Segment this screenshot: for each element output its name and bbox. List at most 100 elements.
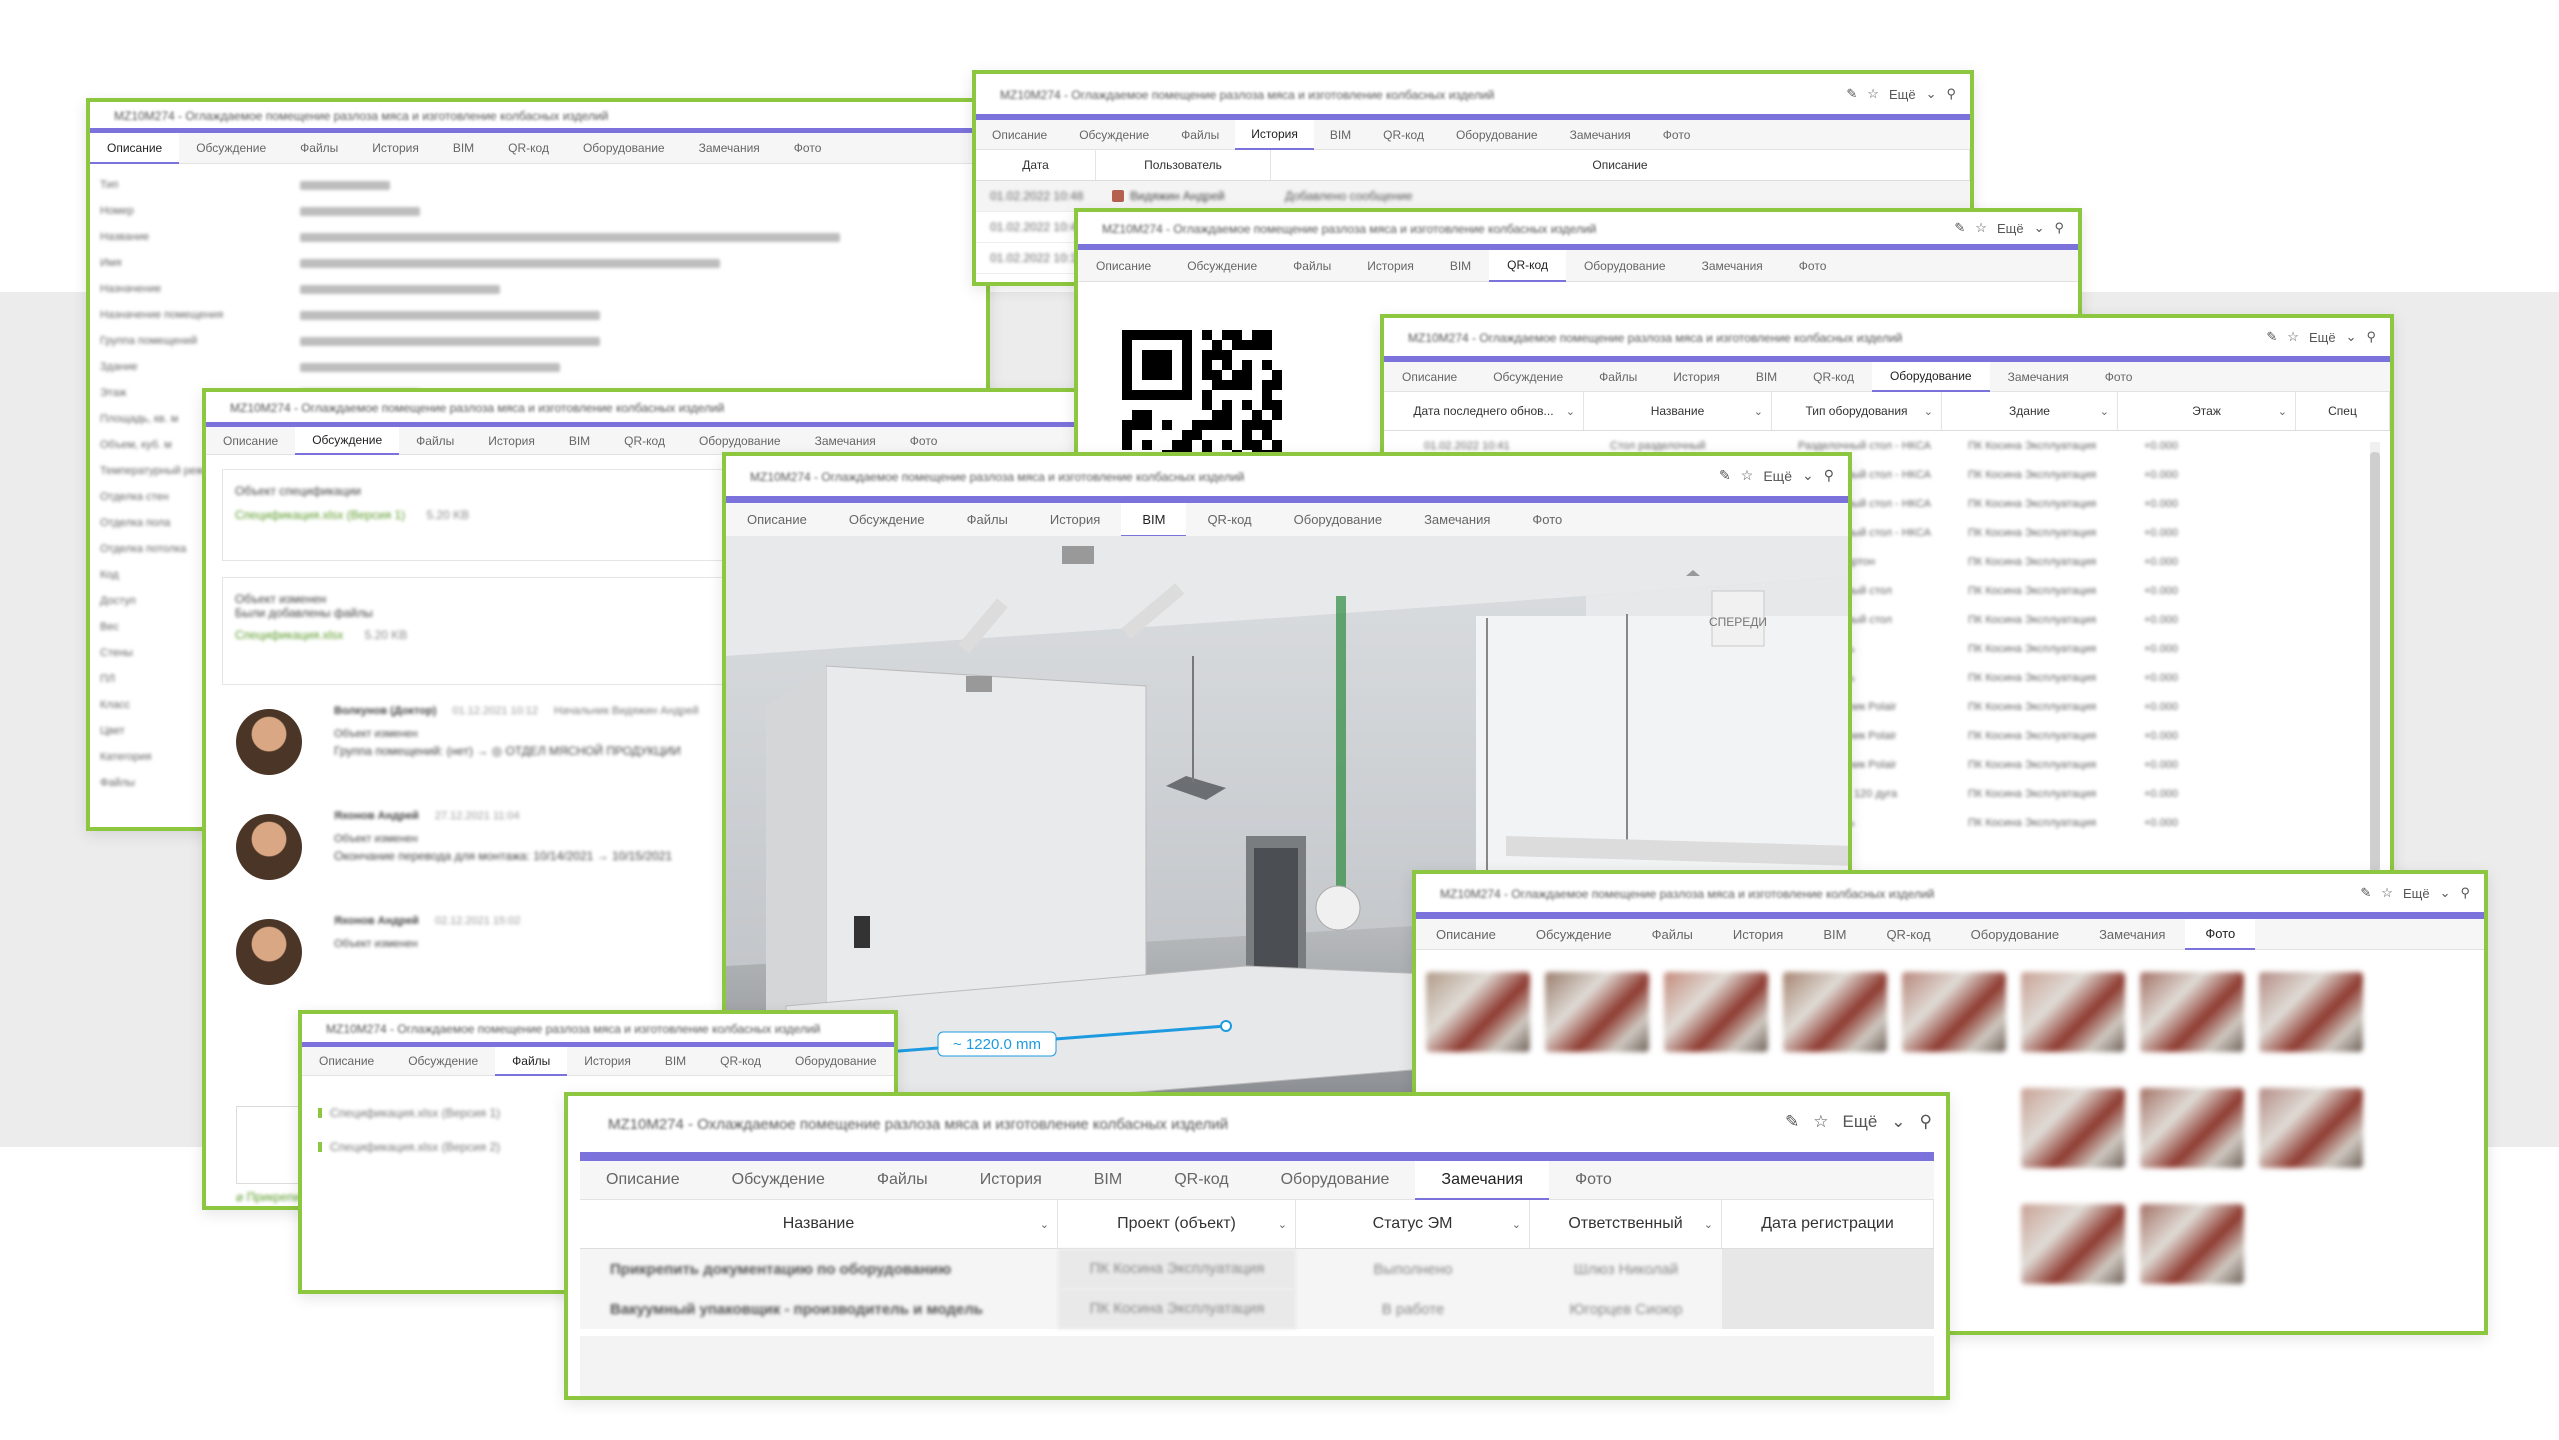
tab-5[interactable]: BIM: [1432, 250, 1489, 281]
tab-7[interactable]: Оборудование: [566, 133, 682, 163]
photo-thumbnail[interactable]: [2259, 1088, 2363, 1168]
tab-1[interactable]: Описание: [580, 1161, 706, 1199]
tab-4[interactable]: История: [1655, 362, 1738, 391]
tab-9[interactable]: Фото: [1549, 1161, 1638, 1199]
tab-5[interactable]: BIM: [1738, 362, 1795, 391]
tab-2[interactable]: Обсуждение: [1516, 919, 1632, 949]
tab-7[interactable]: Оборудование: [1871, 362, 1990, 392]
tab-1[interactable]: Описание: [726, 503, 828, 536]
tab-2[interactable]: Обсуждение: [391, 1047, 495, 1075]
photo-thumbnail[interactable]: [2259, 972, 2363, 1052]
measure-end-handle[interactable]: [1220, 1020, 1232, 1032]
tab-3[interactable]: Файлы: [399, 427, 471, 454]
more-button[interactable]: Ещё: [1843, 1112, 1878, 1132]
pin-icon[interactable]: ⚲: [1824, 467, 1834, 484]
tab-8[interactable]: Замечания: [1403, 503, 1511, 536]
tab-7[interactable]: Оборудование: [682, 427, 798, 454]
tab-1[interactable]: Описание: [302, 1047, 391, 1075]
tab-7[interactable]: Оборудование: [1440, 120, 1554, 149]
column-type[interactable]: Тип оборудования ⌄: [1772, 392, 1942, 430]
photo-thumbnail[interactable]: [1545, 972, 1649, 1052]
chevron-down-icon[interactable]: ⌄: [1802, 467, 1814, 484]
edit-icon[interactable]: ✎: [2360, 885, 2371, 901]
tab-2[interactable]: Обсуждение: [706, 1161, 851, 1199]
chevron-down-icon[interactable]: ⌄: [2346, 329, 2357, 345]
tab-2[interactable]: Обсуждение: [295, 427, 400, 455]
column-responsible[interactable]: Ответственный ⌄: [1530, 1200, 1722, 1248]
chevron-down-icon[interactable]: ⌄: [1926, 86, 1937, 102]
tab-5[interactable]: BIM: [1068, 1161, 1148, 1199]
column-name[interactable]: Название ⌄: [580, 1200, 1058, 1248]
tab-1[interactable]: Описание: [1078, 250, 1169, 281]
tab-5[interactable]: BIM: [1121, 503, 1187, 537]
tab-9[interactable]: Фото: [2185, 919, 2256, 950]
tab-3[interactable]: Файлы: [283, 133, 355, 163]
viewcube-label[interactable]: СПЕРЕДИ: [1709, 615, 1767, 629]
chevron-down-icon[interactable]: ⌄: [2034, 220, 2045, 236]
column-spec[interactable]: Спец: [2296, 392, 2390, 430]
tab-7[interactable]: Оборудование: [778, 1047, 894, 1075]
tab-6[interactable]: QR-код: [1367, 120, 1440, 149]
tab-4[interactable]: История: [954, 1161, 1068, 1199]
more-button[interactable]: Ещё: [1997, 221, 2024, 236]
tab-6[interactable]: QR-код: [1489, 250, 1566, 282]
tab-7[interactable]: Оборудование: [1566, 250, 1684, 281]
column-user[interactable]: Пользователь: [1096, 150, 1271, 180]
tab-4[interactable]: История: [1349, 250, 1432, 281]
column-building[interactable]: Здание ⌄: [1942, 392, 2118, 430]
pin-icon[interactable]: ⚲: [1946, 86, 1956, 102]
tab-2[interactable]: Обсуждение: [828, 503, 946, 536]
tab-8[interactable]: Замечания: [894, 1047, 895, 1075]
star-icon[interactable]: ☆: [1975, 220, 1987, 236]
more-button[interactable]: Ещё: [1889, 87, 1916, 102]
tab-3[interactable]: Файлы: [1581, 362, 1655, 391]
tab-4[interactable]: История: [1029, 503, 1121, 536]
tab-8[interactable]: Замечания: [682, 133, 777, 163]
photo-thumbnail[interactable]: [2021, 1088, 2125, 1168]
tab-4[interactable]: История: [471, 427, 552, 454]
tab-9[interactable]: Фото: [1511, 503, 1583, 536]
tab-5[interactable]: BIM: [436, 133, 491, 163]
tab-3[interactable]: Файлы: [1275, 250, 1349, 281]
table-row[interactable]: Прикрепить документацию по оборудованию П…: [580, 1249, 1934, 1289]
tab-6[interactable]: QR-код: [1148, 1161, 1254, 1199]
edit-icon[interactable]: ✎: [1954, 220, 1965, 236]
photo-thumbnail[interactable]: [1426, 972, 1530, 1052]
star-icon[interactable]: ☆: [1867, 86, 1879, 102]
pin-icon[interactable]: ⚲: [1920, 1112, 1932, 1132]
column-status[interactable]: Статус ЭМ ⌄: [1296, 1200, 1530, 1248]
photo-thumbnail[interactable]: [2021, 972, 2125, 1052]
tab-6[interactable]: QR-код: [491, 133, 566, 163]
file-link[interactable]: Спецификация.xlsx: [235, 628, 343, 642]
tab-4[interactable]: История: [1235, 120, 1314, 150]
tab-6[interactable]: QR-код: [1186, 503, 1272, 536]
tab-2[interactable]: Обсуждение: [1063, 120, 1165, 149]
file-link[interactable]: Спецификация.xlsx (Версия 1): [235, 508, 405, 522]
tab-3[interactable]: Файлы: [946, 503, 1029, 536]
edit-icon[interactable]: ✎: [1719, 467, 1731, 484]
table-row[interactable]: Вакуумный упаковщик - производитель и мо…: [580, 1289, 1934, 1329]
tab-5[interactable]: BIM: [1803, 919, 1866, 949]
column-description[interactable]: Описание: [1271, 150, 1970, 180]
photo-thumbnail[interactable]: [1902, 972, 2006, 1052]
tab-8[interactable]: Замечания: [1684, 250, 1781, 281]
tab-4[interactable]: История: [355, 133, 436, 163]
column-floor[interactable]: Этаж ⌄: [2118, 392, 2296, 430]
tab-6[interactable]: QR-код: [607, 427, 682, 454]
column-project[interactable]: Проект (объект) ⌄: [1058, 1200, 1296, 1248]
star-icon[interactable]: ☆: [2381, 885, 2393, 901]
tab-5[interactable]: BIM: [552, 427, 607, 454]
star-icon[interactable]: ☆: [2287, 329, 2299, 345]
tab-9[interactable]: Фото: [777, 133, 839, 163]
tab-3[interactable]: Файлы: [495, 1047, 568, 1076]
tab-1[interactable]: Описание: [90, 133, 180, 164]
tab-9[interactable]: Фото: [2087, 362, 2151, 391]
tab-4[interactable]: История: [567, 1047, 648, 1075]
tab-1[interactable]: Описание: [1416, 919, 1516, 949]
pin-icon[interactable]: ⚲: [2460, 885, 2470, 901]
tab-8[interactable]: Замечания: [1415, 1161, 1550, 1200]
photo-thumbnail[interactable]: [2140, 1204, 2244, 1284]
pin-icon[interactable]: ⚲: [2366, 329, 2376, 345]
tab-5[interactable]: BIM: [648, 1047, 703, 1075]
tab-3[interactable]: Файлы: [851, 1161, 954, 1199]
